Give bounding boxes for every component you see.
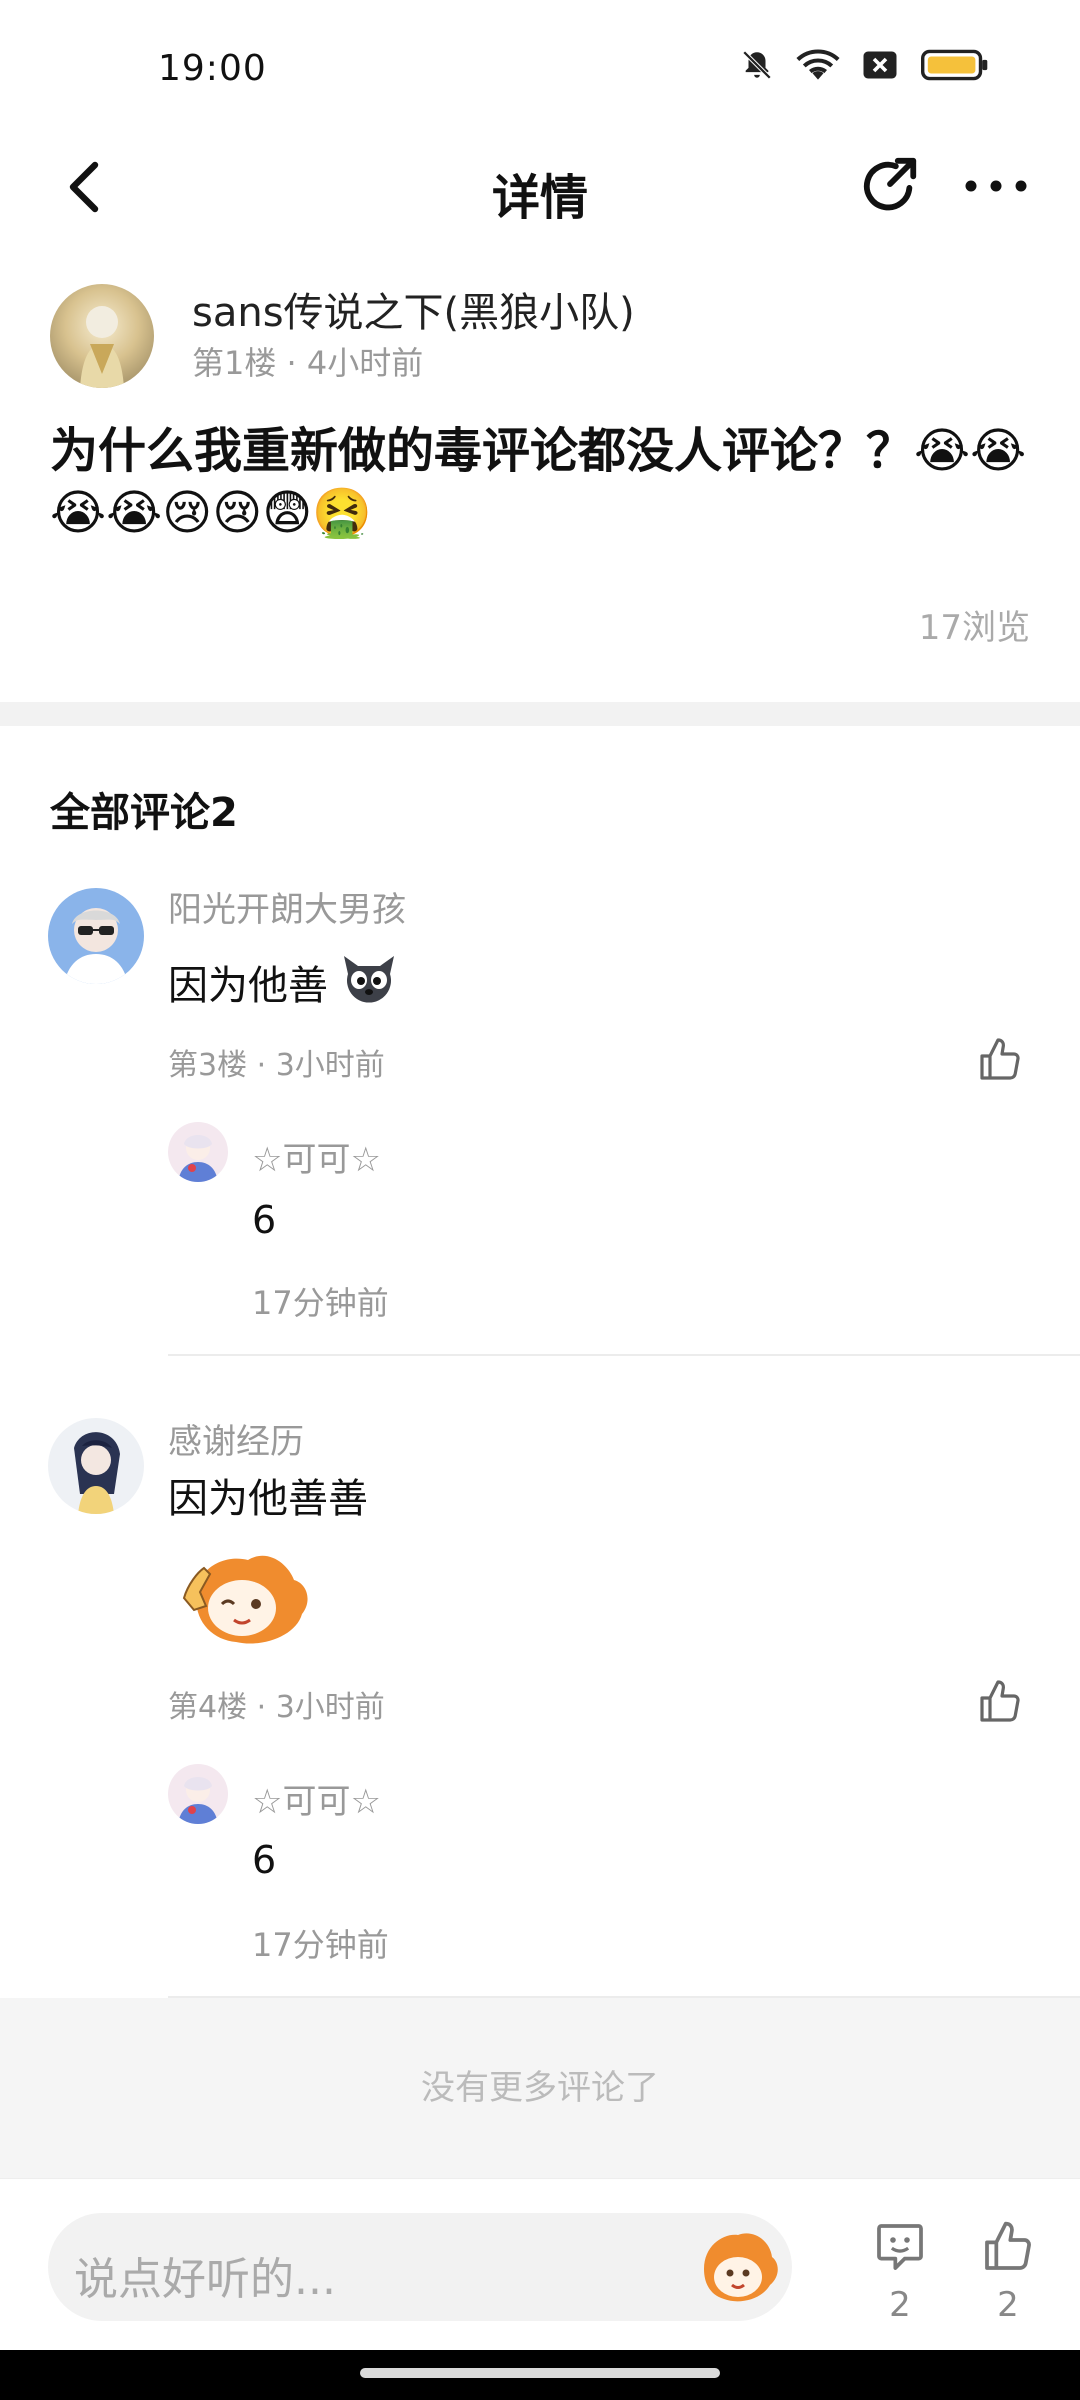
thumbs-up-icon: [985, 2221, 1031, 2270]
close-box-icon: [862, 49, 898, 81]
status-icons: [740, 48, 990, 82]
comment-meta: 第4楼 · 3小时前: [168, 1690, 385, 1725]
post: sans传说之下(黑狼小队) 第1楼 · 4小时前 为什么我重新做的毒评论都没人…: [0, 270, 1080, 702]
battery-icon: [920, 48, 990, 82]
replier-avatar[interactable]: [168, 1764, 228, 1824]
share-button[interactable]: [850, 146, 930, 226]
thumbs-up-icon: [980, 1680, 1020, 1722]
post-content: 为什么我重新做的毒评论都没人评论？？😭😭😭😭😢😢😨🤮: [50, 423, 1027, 541]
replier-name[interactable]: ☆可可☆: [252, 1774, 381, 1823]
reply-text: 6: [252, 1838, 277, 1882]
comment-separator: [168, 1354, 1080, 1356]
mascot-emoji-icon: [704, 2233, 778, 2302]
orange-mascot-sticker: [176, 1548, 312, 1652]
section-divider: [0, 702, 1080, 726]
commenter-avatar[interactable]: [48, 888, 144, 984]
commenter-avatar[interactable]: [48, 1418, 144, 1514]
author-avatar[interactable]: [50, 284, 154, 388]
comment-text: 因为他善善: [168, 1476, 368, 1522]
replier-name[interactable]: ☆可可☆: [252, 1132, 381, 1181]
commenter-name[interactable]: 感谢经历: [168, 1414, 304, 1463]
comment-text-row: 因为他善: [168, 950, 400, 1014]
like-button[interactable]: [972, 1032, 1028, 1088]
thumbs-up-icon: [980, 1038, 1020, 1080]
replier-avatar[interactable]: [168, 1122, 228, 1182]
post-author-name[interactable]: sans传说之下(黑狼小队): [192, 280, 635, 338]
comment-text: 因为他善: [168, 963, 328, 1009]
like-count: 2: [997, 2285, 1019, 2325]
wifi-icon: [796, 48, 840, 82]
emoji-sticker-button[interactable]: [694, 2223, 782, 2311]
comment-bubble-icon: [877, 2224, 923, 2270]
reply-time: 17分钟前: [252, 1926, 389, 1964]
share-icon: [863, 157, 917, 211]
comment-item: 感谢经历 因为他善善 第4楼 · 3小时前 ☆可可☆ 6 17分钟前: [0, 1414, 1080, 1998]
top-nav-bar: 详情: [0, 130, 1080, 250]
status-bar: 19:00: [0, 0, 1080, 130]
more-button[interactable]: [956, 146, 1036, 226]
no-more-comments: 没有更多评论了: [0, 1998, 1080, 2178]
comment-input-placeholder: 说点好听的...: [74, 2254, 336, 2305]
home-indicator[interactable]: [360, 2368, 720, 2378]
bottom-action-bar: 说点好听的... 2 2: [0, 2178, 1080, 2350]
post-like-button[interactable]: 2: [976, 2219, 1040, 2325]
comment-count: 2: [889, 2285, 911, 2325]
bell-off-icon: [740, 48, 774, 82]
comments-button[interactable]: 2: [868, 2219, 932, 2325]
reply-text: 6: [252, 1198, 277, 1242]
comment-text-row: 因为他善善: [168, 1466, 368, 1524]
status-time: 19:00: [158, 48, 267, 89]
comment-input[interactable]: 说点好听的...: [48, 2213, 792, 2321]
post-meta: 第1楼 · 4小时前: [192, 344, 424, 382]
more-icon: [965, 180, 1027, 192]
system-nav-bar: [0, 2350, 1080, 2400]
comment-item: 阳光开朗大男孩 因为他善 第3楼 · 3小时前 ☆可可☆ 6 17分钟前: [0, 882, 1080, 1356]
commenter-name[interactable]: 阳光开朗大男孩: [168, 882, 406, 931]
comments-header: 全部评论2: [50, 790, 238, 836]
like-button[interactable]: [972, 1674, 1028, 1730]
cat-face-sticker: [338, 950, 400, 1014]
view-count: 17浏览: [918, 608, 1030, 648]
comment-meta: 第3楼 · 3小时前: [168, 1048, 385, 1083]
reply-time: 17分钟前: [252, 1284, 389, 1322]
